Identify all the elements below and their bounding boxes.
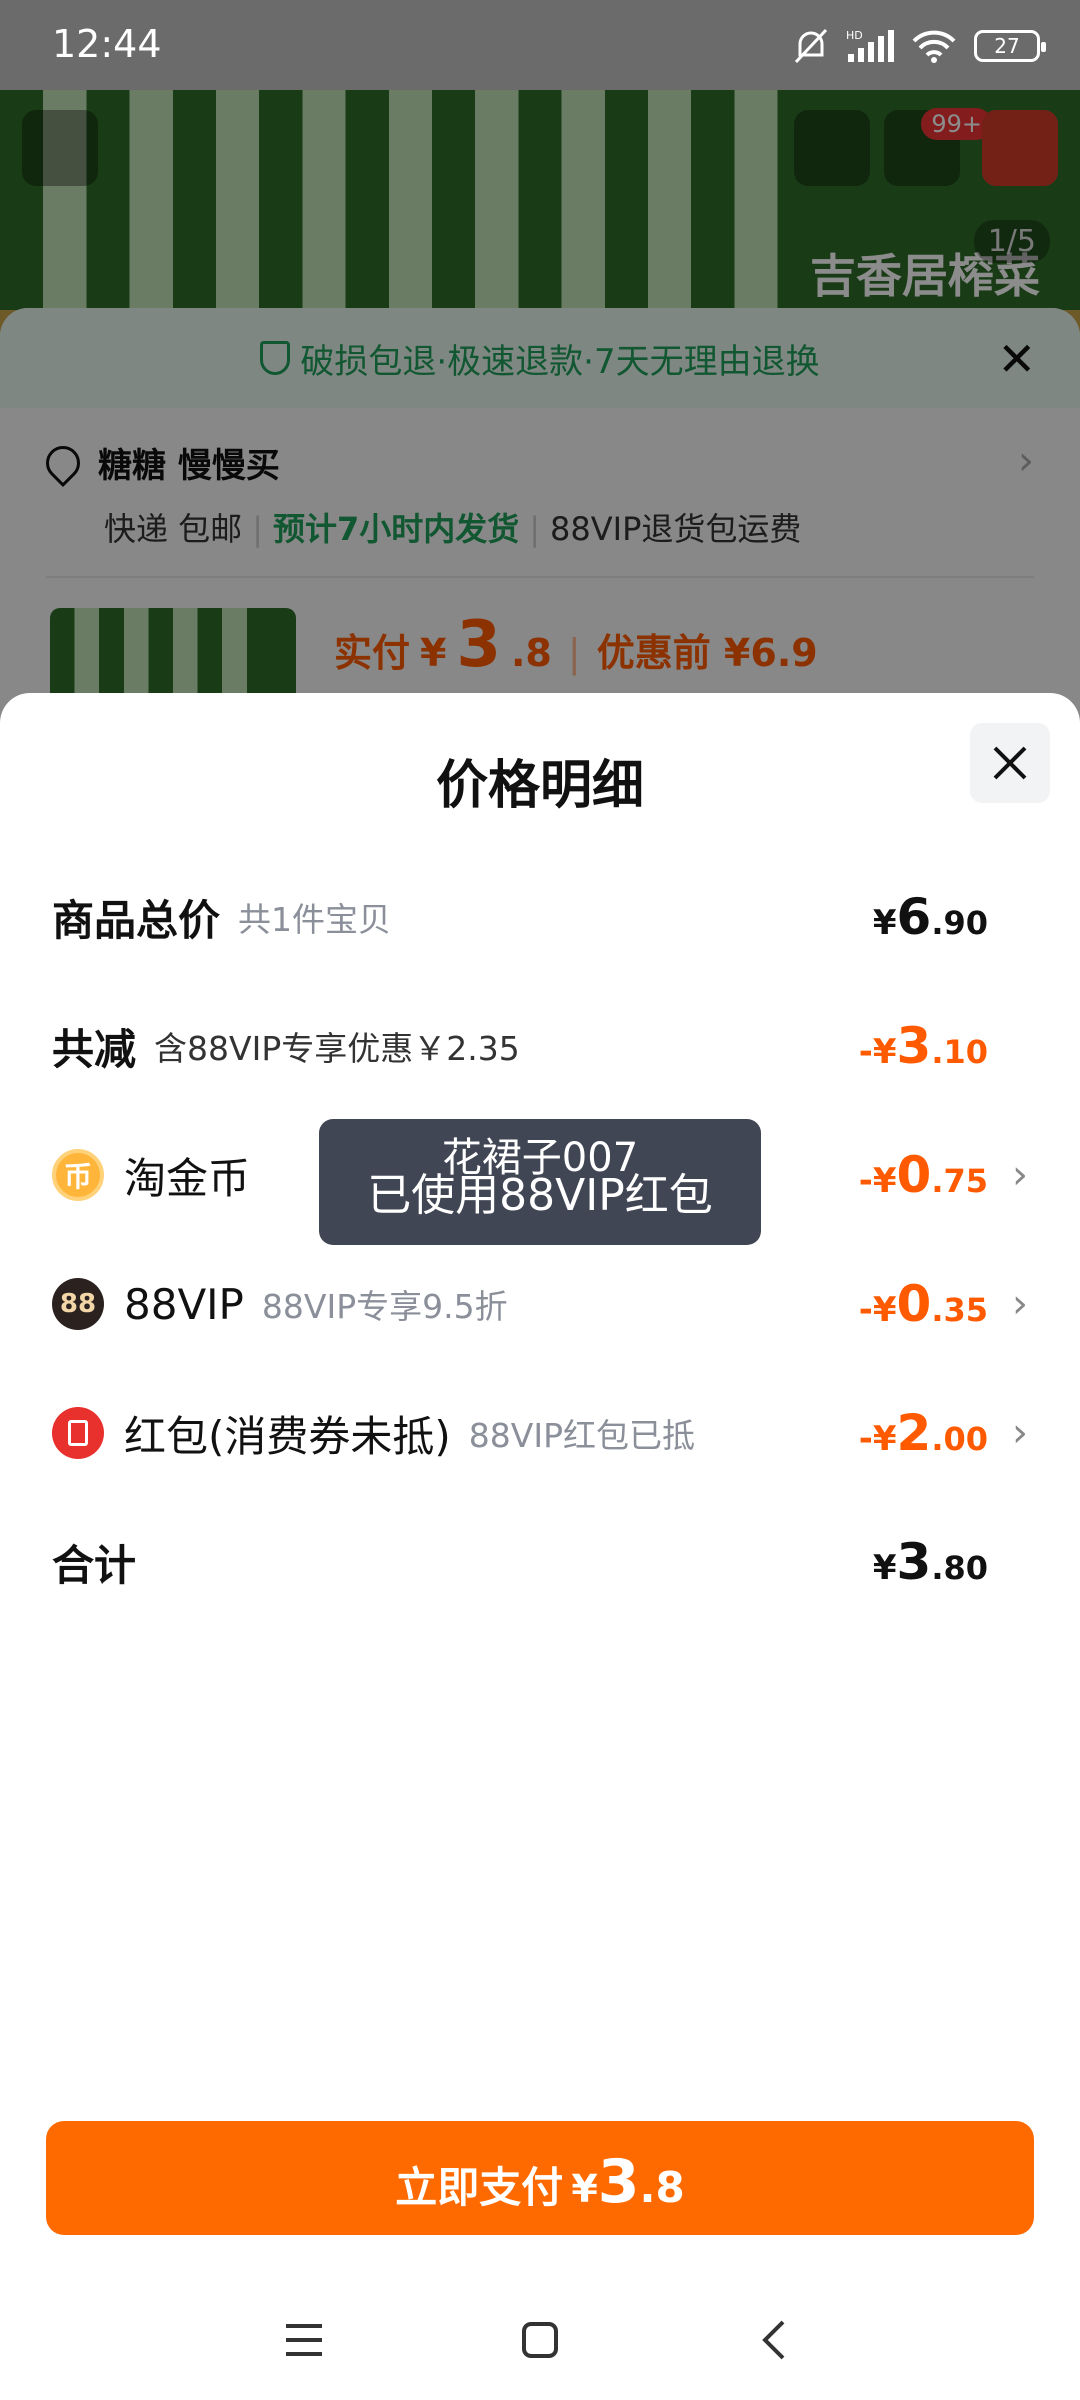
amount-int: 0 [896,1275,932,1333]
row-amount: -¥ 2.00 [859,1404,988,1462]
amount-dec: .75 [931,1162,988,1200]
amount-dec: .80 [931,1549,988,1587]
row-amount: ¥3.80 [873,1533,988,1591]
row-sub: 88VIP红包已抵 [468,1416,695,1455]
status-bar: 12:44 HD 27 [0,0,1080,90]
row-label: 88VIP [124,1279,244,1329]
amount-int: 2 [896,1404,932,1462]
amount-currency: -¥ [858,1290,897,1330]
status-time: 12:44 [52,22,162,66]
amount-currency: ¥ [872,1548,897,1588]
amount-dec: .35 [931,1291,988,1329]
chevron-right-icon: › [1012,1152,1028,1198]
battery-level: 27 [994,34,1020,58]
row-label: 商品总价 [52,895,221,945]
amount-dec: .10 [931,1033,988,1071]
row-sub: 88VIP专享9.5折 [261,1287,508,1326]
close-button[interactable] [970,723,1050,803]
coin-icon: 币 [52,1149,104,1201]
back-chevron-icon [762,2320,785,2360]
row-sub: 含88VIP专享优惠￥2.35 [154,1029,520,1068]
amount-int: 0 [896,1146,932,1204]
menu-lines-icon [286,2324,322,2356]
amount-int: 3 [896,1533,932,1591]
system-nav-bar [0,2280,1080,2400]
price-row-discount: 共减 含88VIP专享优惠￥2.35 -¥3.10 › [52,1006,1028,1086]
price-row-red-packet[interactable]: 红包(消费券未抵) 88VIP红包已抵 -¥ 2.00 › [52,1393,1028,1473]
nav-recents-button[interactable] [274,2310,334,2370]
amount-currency: -¥ [858,1032,897,1072]
pay-button-label: 立即支付 [395,2163,564,2212]
toast-message: 花裙子007 已使用88VIP红包 [319,1119,761,1245]
nav-back-button[interactable] [744,2310,804,2370]
row-label: 淘金币 [124,1153,251,1203]
chevron-right-icon: › [1012,1410,1028,1456]
home-square-icon [522,2322,558,2358]
hd-signal-icon: HD [846,29,894,62]
battery-icon: 27 [974,30,1046,62]
svg-text:HD: HD [846,29,863,42]
row-label: 合计 [52,1540,137,1590]
price-row-88vip[interactable]: 88 88VIP 88VIP专享9.5折 -¥ 0.35 › [52,1264,1028,1344]
row-label: 红包(消费券未抵) [124,1411,451,1461]
amount-currency: -¥ [858,1419,897,1459]
amount-dec: .00 [931,1420,988,1458]
nav-home-button[interactable] [510,2310,570,2370]
row-amount: ¥6.90 [873,888,988,946]
price-row-total: 商品总价 共1件宝贝 ¥6.90 › [52,877,1028,957]
price-row-grand-total: 合计 ¥3.80 › [52,1522,1028,1602]
pay-button-currency: ¥ [571,2167,598,2211]
status-icons: HD 27 [794,26,1046,66]
amount-int: 6 [896,888,932,946]
pay-button-int: 3 [597,2147,640,2217]
bell-muted-icon [794,28,828,64]
row-amount: -¥ 0.35 [859,1275,988,1333]
vip-icon: 88 [52,1278,104,1330]
row-sub: 共1件宝贝 [238,900,392,939]
sheet-title: 价格明细 [435,756,644,816]
amount-dec: .90 [931,904,988,942]
row-amount: -¥ 3.10 [859,1017,988,1075]
envelope-shape [68,1420,88,1446]
chevron-right-icon: › [1012,1281,1028,1327]
pay-button-dec: .8 [639,2163,685,2212]
amount-currency: -¥ [858,1161,897,1201]
wifi-icon [912,30,956,63]
close-icon [993,746,1027,780]
toast-line-2: 已使用88VIP红包 [367,1170,713,1221]
amount-currency: ¥ [872,903,897,943]
pay-now-button[interactable]: 立即支付 ¥3.8 [46,2121,1034,2235]
amount-int: 3 [896,1017,932,1075]
red-packet-icon [52,1407,104,1459]
row-label: 共减 [52,1024,137,1074]
row-amount: -¥ 0.75 [859,1146,988,1204]
